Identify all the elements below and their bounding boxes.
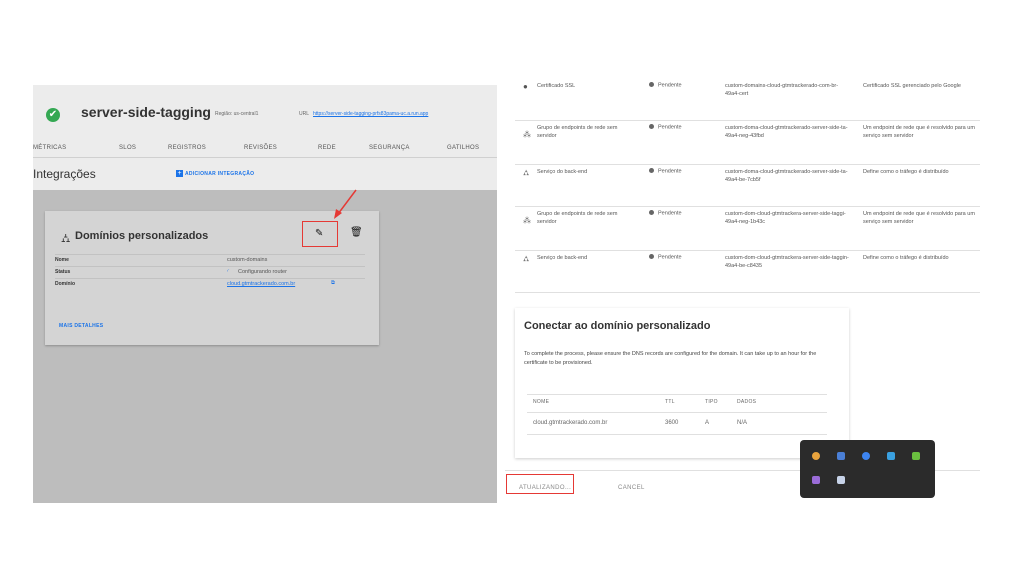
dns-header-data: DADOS	[737, 399, 757, 405]
resource-status: Pendente	[649, 168, 682, 175]
dns-cell-type: A	[705, 420, 710, 426]
update-highlight-box	[506, 474, 574, 494]
resource-status-text: Pendente	[658, 82, 682, 89]
table-row: ● Certificado SSL Pendente custom-domain…	[505, 80, 980, 130]
resource-status-text: Pendente	[658, 168, 682, 175]
bluetooth-icon[interactable]	[862, 452, 870, 460]
resource-name: Grupo de endpoints de rede sem servidor	[537, 125, 618, 139]
pen-icon[interactable]	[812, 476, 820, 484]
dns-header-ttl: TTL	[665, 399, 675, 405]
system-tray-overlay	[800, 440, 935, 498]
resource-desc: Define como o tráfego é distribuído	[863, 255, 949, 261]
dns-cell-name: cloud.gtmtrackerado.com.br	[533, 420, 608, 426]
table-row: ⛼ Serviço de back-end Pendente custom-do…	[505, 254, 980, 294]
table-row: ⁂ Grupo de endpoints de rede sem servido…	[505, 124, 980, 164]
resource-data: custom-doma-cloud-gtmtrackerado-server-s…	[725, 169, 848, 183]
resource-status-text: Pendente	[658, 124, 682, 131]
table-row: ⛼ Serviço do back-end Pendente custom-do…	[505, 168, 980, 208]
dns-cell-ttl: 3600	[665, 420, 679, 426]
dns-table-divider	[527, 394, 827, 395]
resource-status-text: Pendente	[658, 254, 682, 261]
resource-status-text: Pendente	[658, 210, 682, 217]
row-divider	[515, 292, 980, 293]
dns-cell-data: N/A	[737, 420, 748, 426]
nvidia-icon[interactable]	[912, 452, 920, 460]
table-row: ⁂ Grupo de endpoints de rede sem servido…	[505, 210, 980, 250]
pending-icon	[649, 254, 654, 259]
dns-table-divider	[527, 434, 827, 435]
row-divider	[515, 120, 980, 121]
endpoint-group-icon: ⁂	[523, 216, 531, 225]
backend-service-icon: ⛼	[523, 254, 530, 263]
resource-data: custom-doma-cloud-gtmtrackerado-server-s…	[725, 125, 848, 139]
endpoint-group-icon: ⁂	[523, 130, 531, 139]
resource-desc: Define como o tráfego é distribuído	[863, 169, 949, 175]
cancel-button[interactable]: CANCEL	[618, 485, 645, 491]
resource-status: Pendente	[649, 254, 682, 261]
app-icon[interactable]	[837, 452, 845, 460]
chrome-icon[interactable]	[812, 452, 820, 460]
resource-data: custom-domains-cloud-gtmtrackerado-com-b…	[725, 83, 839, 97]
pending-icon	[649, 124, 654, 129]
app-icon[interactable]	[837, 476, 845, 484]
connect-title: Conectar ao domínio personalizado	[524, 320, 711, 332]
resource-desc: Certificado SSL gerenciado pelo Google	[863, 83, 961, 89]
resource-status: Pendente	[649, 210, 682, 217]
resource-name: Serviço de back-end	[537, 255, 588, 261]
resource-desc: Um endpoint de rede que é resolvido para…	[863, 125, 975, 139]
resource-status: Pendente	[649, 124, 682, 131]
row-divider	[515, 164, 980, 165]
connect-description: To complete the process, please ensure t…	[524, 351, 817, 366]
certificate-icon: ●	[523, 82, 528, 91]
resource-status: Pendente	[649, 82, 682, 89]
resource-desc: Um endpoint de rede que é resolvido para…	[863, 211, 975, 225]
connect-domain-card: Conectar ao domínio personalizado To com…	[515, 308, 849, 458]
dns-header-name: NOME	[533, 399, 550, 405]
resource-name: Grupo de endpoints de rede sem servidor	[537, 211, 618, 225]
pending-icon	[649, 210, 654, 215]
update-button[interactable]: ATUALIZANDO...	[519, 485, 571, 491]
backend-service-icon: ⛼	[523, 168, 530, 177]
resource-data: custom-dom-cloud-gtmtrackera-server-side…	[725, 255, 849, 269]
row-divider	[515, 250, 980, 251]
resource-name: Certificado SSL	[537, 83, 576, 89]
resource-name: Serviço do back-end	[537, 169, 588, 175]
app-icon[interactable]	[887, 452, 895, 460]
pending-icon	[649, 82, 654, 87]
dns-table-divider	[527, 412, 827, 413]
resource-data: custom-dom-cloud-gtmtrackera-server-side…	[725, 211, 846, 225]
dns-header-type: TIPO	[705, 399, 718, 405]
row-divider	[515, 206, 980, 207]
pending-icon	[649, 168, 654, 173]
